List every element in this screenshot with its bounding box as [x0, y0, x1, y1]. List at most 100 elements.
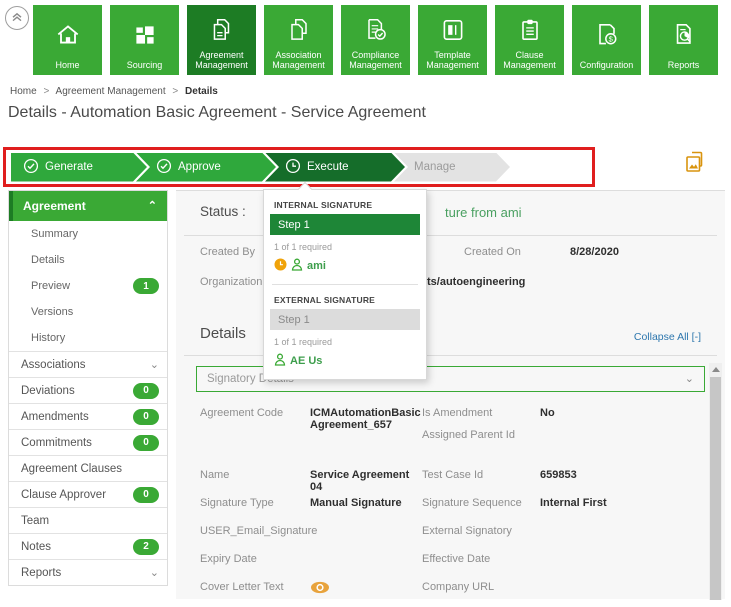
eye-icon[interactable]	[310, 585, 330, 597]
sidebar-section-label: Commitments	[21, 437, 92, 449]
sidebar-section-label: Team	[21, 515, 49, 527]
field-row: Cover Letter Text Company URL	[200, 579, 681, 607]
internal-signature-step[interactable]: Step 1	[270, 214, 420, 235]
field-value: Manual Signature	[310, 495, 422, 509]
workflow-step-approve[interactable]: Approve	[136, 153, 276, 182]
count-badge: 0	[133, 409, 159, 425]
organization-value: ts/autoengineering	[427, 276, 525, 288]
field-row: Expiry Date Effective Date	[200, 551, 681, 579]
details-section-title: Details	[200, 325, 246, 342]
sidebar-section-label: Agreement Clauses	[21, 463, 122, 475]
workflow-step-execute[interactable]: Execute	[265, 153, 405, 182]
field-label: Assigned Parent Id	[422, 429, 540, 441]
workflow-step-label: Execute	[307, 161, 349, 173]
internal-signature-required: 1 of 1 required	[274, 242, 416, 252]
nav-tile-agreement-management[interactable]: Agreement Management	[187, 5, 256, 75]
document-image-icon[interactable]	[683, 150, 707, 181]
external-signature-step[interactable]: Step 1	[270, 309, 420, 330]
nav-tile-label: Association Management	[264, 50, 333, 70]
check-circle-icon	[23, 158, 39, 177]
created-on-label: Created On	[464, 246, 521, 258]
external-signer: AE Us	[274, 353, 416, 369]
field-label: Effective Date	[422, 551, 540, 565]
field-row: USER_Email_Signature External Signatory	[200, 523, 681, 551]
chevron-double-up-icon	[9, 9, 25, 28]
sidebar-item-label: Preview	[31, 280, 70, 292]
document-check-icon	[362, 5, 390, 50]
vertical-scrollbar[interactable]	[709, 363, 722, 600]
sidebar-section-amendments[interactable]: Amendments 0	[9, 403, 167, 429]
sidebar-item-history[interactable]: History	[9, 325, 167, 351]
sidebar-section-label: Amendments	[21, 411, 89, 423]
sidebar-section-agreement[interactable]: Agreement ⌃	[9, 191, 167, 221]
breadcrumb-separator: >	[43, 86, 49, 97]
sidebar-section-team[interactable]: Team	[9, 507, 167, 533]
chevron-down-icon: ⌄	[150, 568, 159, 578]
workflow-step-manage[interactable]: Manage	[394, 153, 510, 182]
documents-stack-icon	[208, 5, 236, 50]
workflow-step-label: Generate	[45, 161, 93, 173]
workflow-step-label: Approve	[178, 161, 221, 173]
workflow-highlight-box: Generate Approve Execute Manage	[3, 147, 595, 187]
documents-pair-icon	[285, 5, 313, 50]
sidebar-item-details[interactable]: Details	[9, 247, 167, 273]
nav-tile-compliance-management[interactable]: Compliance Management	[341, 5, 410, 75]
workflow-step-generate[interactable]: Generate	[11, 153, 147, 182]
field-value	[310, 579, 422, 597]
nav-tile-association-management[interactable]: Association Management	[264, 5, 333, 75]
sidebar-section-reports[interactable]: Reports ⌄	[9, 559, 167, 585]
signature-steps-popup: INTERNAL SIGNATURE Step 1 1 of 1 require…	[263, 189, 427, 380]
nav-tile-label: Reports	[666, 60, 702, 70]
divider	[272, 284, 418, 285]
nav-tile-home[interactable]: Home	[33, 5, 102, 75]
status-value: ture from ami	[445, 205, 522, 220]
field-value: Service Agreement 04	[310, 467, 422, 493]
sidebar-section-deviations[interactable]: Deviations 0	[9, 377, 167, 403]
breadcrumb: Home > Agreement Management > Details	[10, 86, 218, 97]
field-label: Name	[200, 467, 310, 481]
clock-icon	[285, 158, 301, 177]
nav-tile-reports[interactable]: Reports	[649, 5, 718, 75]
scrollbar-thumb[interactable]	[710, 377, 721, 600]
nav-tile-sourcing[interactable]: Sourcing	[110, 5, 179, 75]
sidebar-item-versions[interactable]: Versions	[9, 299, 167, 325]
created-by-label: Created By	[200, 246, 255, 258]
sidebar-section-associations[interactable]: Associations ⌄	[9, 351, 167, 377]
internal-signer: ami	[274, 258, 416, 274]
breadcrumb-home[interactable]: Home	[10, 86, 37, 97]
sidebar-section-label: Associations	[21, 359, 86, 371]
nav-tile-clause-management[interactable]: Clause Management	[495, 5, 564, 75]
document-currency-icon: $	[593, 5, 621, 60]
scroll-up-arrow[interactable]	[709, 363, 722, 376]
sidebar-section-agreement-clauses[interactable]: Agreement Clauses	[9, 455, 167, 481]
chevron-up-icon: ⌃	[148, 201, 157, 211]
field-value	[540, 551, 681, 553]
signer-name: AE Us	[290, 355, 322, 367]
field-label: Signature Type	[200, 495, 310, 509]
nav-tile-label: Home	[53, 60, 81, 70]
field-label: Cover Letter Text	[200, 579, 310, 593]
breadcrumb-agreement-management[interactable]: Agreement Management	[56, 86, 166, 97]
count-badge: 0	[133, 435, 159, 451]
nav-tile-template-management[interactable]: Template Management	[418, 5, 487, 75]
details-fields: Agreement Code ICMAutomationBasic Agreem…	[200, 405, 681, 607]
internal-signature-title: INTERNAL SIGNATURE	[274, 200, 416, 210]
field-value	[540, 523, 681, 525]
sidebar-item-summary[interactable]: Summary	[9, 221, 167, 247]
nav-tile-configuration[interactable]: $ Configuration	[572, 5, 641, 75]
nav-tile-label: Compliance Management	[341, 50, 410, 70]
sidebar-section-notes[interactable]: Notes 2	[9, 533, 167, 559]
sidebar-item-preview[interactable]: Preview 1	[9, 273, 167, 299]
field-value: 659853	[540, 467, 681, 481]
collapse-all-link[interactable]: Collapse All [-]	[634, 331, 701, 343]
nav-tile-label: Clause Management	[495, 50, 564, 70]
workflow-step-label: Manage	[414, 161, 456, 173]
collapse-ribbon-button[interactable]	[5, 6, 29, 30]
field-value	[310, 551, 422, 553]
count-badge: 2	[133, 539, 159, 555]
sidebar-section-commitments[interactable]: Commitments 0	[9, 429, 167, 455]
template-layout-icon	[439, 5, 467, 50]
chevron-down-icon: ⌄	[150, 360, 159, 370]
sidebar-section-clause-approver[interactable]: Clause Approver 0	[9, 481, 167, 507]
status-label: Status :	[200, 204, 246, 219]
